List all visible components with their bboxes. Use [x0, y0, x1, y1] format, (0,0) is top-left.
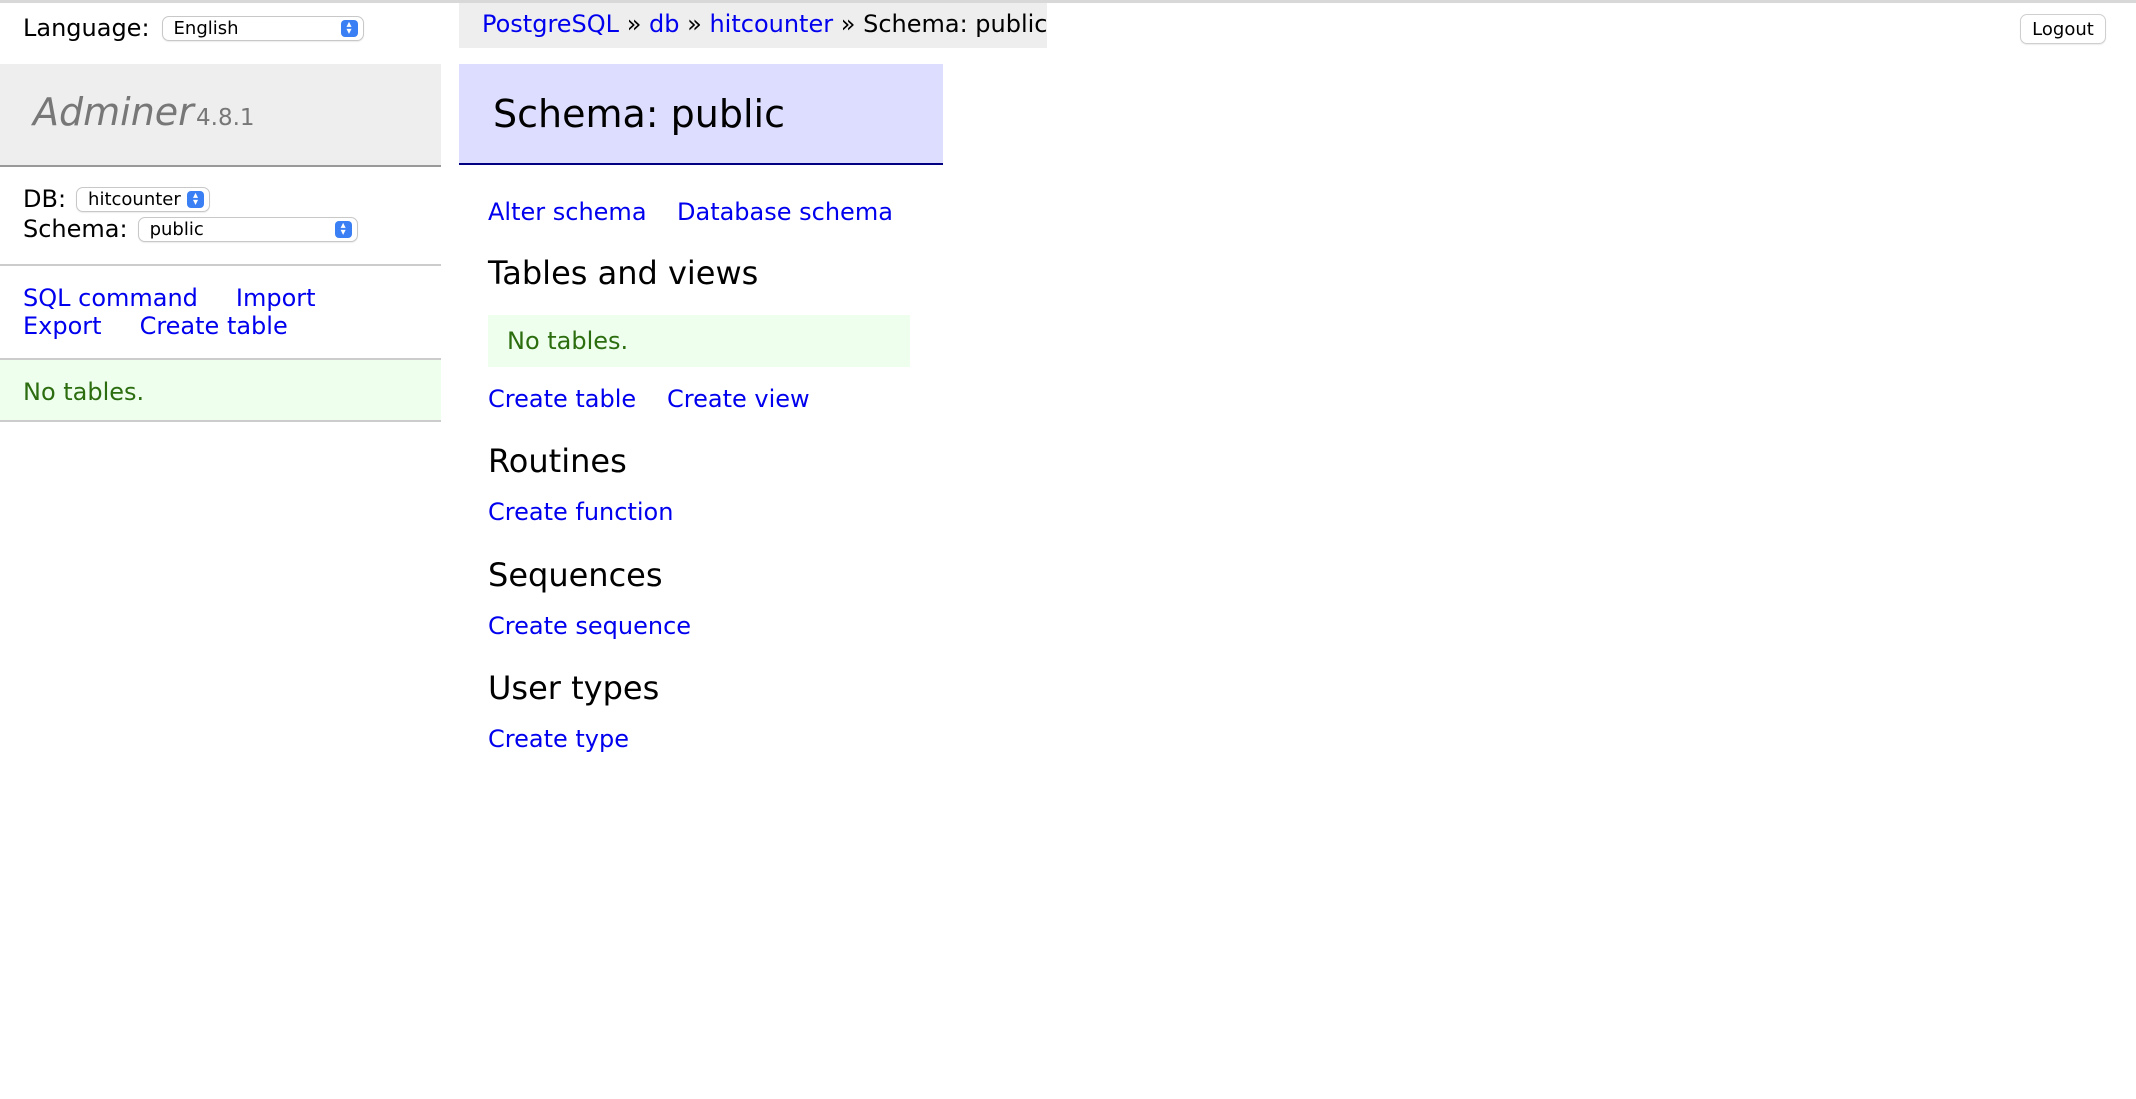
select-arrows-icon: ▴ ▾ — [340, 19, 358, 37]
routines-heading: Routines — [488, 442, 627, 480]
logo-header: Adminer 4.8.1 — [0, 64, 441, 167]
page-header: Schema: public — [459, 64, 943, 165]
tables-and-views-heading: Tables and views — [488, 254, 759, 292]
sidebar-no-tables-message: No tables. — [0, 358, 441, 422]
create-sequence-link[interactable]: Create sequence — [488, 612, 691, 640]
import-link[interactable]: Import — [236, 284, 316, 312]
db-value: hitcounter — [88, 188, 181, 210]
alter-schema-link[interactable]: Alter schema — [488, 198, 647, 226]
language-value: English — [173, 17, 239, 39]
divider — [0, 264, 441, 266]
create-type-link[interactable]: Create type — [488, 725, 629, 753]
sidebar-links: SQL command Import Export Create table — [23, 284, 354, 340]
sidebar-create-table-link[interactable]: Create table — [140, 312, 288, 340]
breadcrumb-separator: » — [840, 10, 856, 38]
sidebar-no-tables-text: No tables. — [23, 378, 145, 406]
no-tables-message: No tables. — [488, 315, 910, 367]
db-label: DB: — [23, 185, 67, 213]
breadcrumb-database-link[interactable]: hitcounter — [709, 10, 833, 38]
breadcrumb-current: Schema: public — [863, 10, 1048, 38]
export-link[interactable]: Export — [23, 312, 102, 340]
user-types-heading: User types — [488, 669, 660, 707]
language-select[interactable]: English ▴ ▾ — [161, 15, 364, 41]
logout-button[interactable]: Logout — [2020, 14, 2106, 44]
create-table-link[interactable]: Create table — [488, 385, 636, 413]
no-tables-text: No tables. — [507, 327, 629, 355]
breadcrumb: PostgreSQL » db » hitcounter » Schema: p… — [459, 3, 1048, 48]
language-row: Language: English ▴ ▾ — [23, 14, 364, 42]
schema-value: public — [149, 218, 204, 240]
select-arrows-icon: ▴ ▾ — [187, 190, 205, 208]
create-view-link[interactable]: Create view — [667, 385, 810, 413]
schema-select[interactable]: public ▴ ▾ — [137, 216, 358, 242]
top-border — [0, 0, 2136, 3]
select-arrows-icon: ▴ ▾ — [334, 220, 352, 238]
app-logo-link[interactable]: Adminer — [33, 90, 194, 134]
sql-command-link[interactable]: SQL command — [23, 284, 198, 312]
schema-label: Schema: — [23, 215, 128, 243]
breadcrumb-server-link[interactable]: db — [649, 10, 679, 38]
breadcrumb-separator: » — [687, 10, 702, 38]
breadcrumb-system-link[interactable]: PostgreSQL — [482, 10, 619, 38]
page-title: Schema: public — [493, 92, 785, 136]
sequences-heading: Sequences — [488, 556, 663, 594]
breadcrumb-separator: » — [626, 10, 642, 38]
language-label: Language: — [23, 14, 150, 42]
create-function-link[interactable]: Create function — [488, 498, 673, 526]
db-select[interactable]: hitcounter ▴ ▾ — [76, 186, 211, 212]
app-version: 4.8.1 — [196, 105, 255, 131]
db-selector: DB: hitcounter ▴ ▾ Schema: public ▴ ▾ — [23, 184, 358, 244]
database-schema-link[interactable]: Database schema — [677, 198, 893, 226]
